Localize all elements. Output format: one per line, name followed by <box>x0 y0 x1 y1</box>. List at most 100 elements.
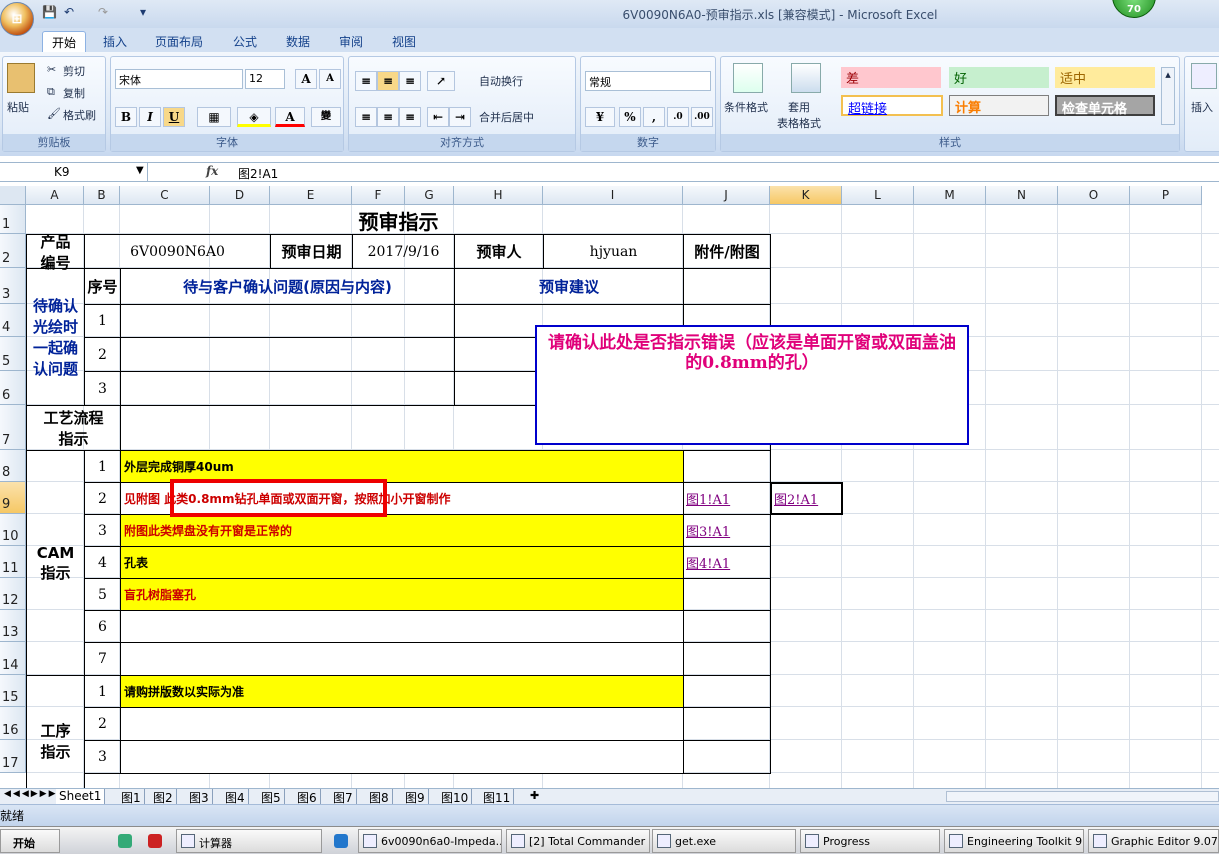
align-middle-icon[interactable]: ≡ <box>377 71 399 91</box>
taskbar-item[interactable]: Engineering Toolkit 9.... <box>944 829 1084 853</box>
cam-attachment-link[interactable] <box>683 450 771 483</box>
font-size-combo[interactable]: 12 <box>245 69 285 89</box>
shrink-font-icon[interactable]: A <box>319 69 341 89</box>
sheet-tab[interactable]: 图9 <box>402 789 429 805</box>
align-right-icon[interactable]: ≡ <box>399 107 421 127</box>
sheet-tab[interactable]: 图2 <box>150 789 177 805</box>
start-button[interactable]: 开始 <box>0 829 60 853</box>
row-header-13[interactable]: 13 <box>0 610 26 642</box>
underline-icon[interactable]: U <box>163 107 185 127</box>
proc-num-cell[interactable]: 1 <box>84 675 121 708</box>
cam-num-cell[interactable]: 5 <box>84 578 121 611</box>
column-header-e[interactable]: E <box>270 186 352 205</box>
merge-center-button[interactable]: 合并后居中 <box>479 109 534 125</box>
font-name-combo[interactable]: 宋体 <box>115 69 243 89</box>
align-top-icon[interactable]: ≡ <box>355 71 377 91</box>
paste-button[interactable]: 粘贴 <box>7 99 29 115</box>
phonetic-icon[interactable]: 變 <box>311 107 341 127</box>
suggest-label[interactable]: 预审建议 <box>454 268 684 305</box>
attachment-label[interactable]: 附件/附图 <box>683 234 771 269</box>
styles-scroll-icon[interactable]: ▴ <box>1161 67 1175 125</box>
style-neutral[interactable]: 适中 <box>1055 67 1155 88</box>
sheet-tab[interactable]: 图4 <box>222 789 249 805</box>
cam-num-cell[interactable]: 4 <box>84 546 121 579</box>
style-good[interactable]: 好 <box>949 67 1049 88</box>
font-color-icon[interactable]: A <box>275 107 305 127</box>
row-header-4[interactable]: 4 <box>0 304 26 337</box>
insert-cells-button[interactable]: 插入 <box>1191 99 1213 115</box>
row-header-7[interactable]: 7 <box>0 405 26 450</box>
sheet-tab[interactable]: 图1 <box>118 789 145 805</box>
cam-step-cell[interactable]: 附图此类焊盘没有开窗是正常的 <box>120 514 684 547</box>
comma-icon[interactable]: , <box>643 107 665 127</box>
sheet-tab[interactable]: Sheet1 <box>56 789 106 804</box>
sheet-nav-icons[interactable]: ◀◀◀▶▶▶ <box>4 789 58 799</box>
increase-decimal-icon[interactable]: .0 <box>667 107 689 127</box>
cam-num-cell[interactable]: 7 <box>84 642 121 676</box>
sheet-tab[interactable]: 图10 <box>438 789 473 805</box>
issues-label[interactable]: 待与客户确认问题(原因与内容) <box>120 268 455 305</box>
style-calculation[interactable]: 计算 <box>949 95 1049 116</box>
review-date-value[interactable]: 2017/9/16 <box>352 234 455 269</box>
active-cell-k9[interactable]: 图2!A1 <box>770 482 843 515</box>
style-bad[interactable]: 差 <box>841 67 941 88</box>
reviewer-value[interactable]: hjyuan <box>543 234 684 269</box>
name-box-dropdown-icon[interactable]: ▼ <box>136 165 144 176</box>
style-check-cell[interactable]: 检查单元格 <box>1055 95 1155 117</box>
cam-attachment-link[interactable] <box>683 642 771 676</box>
column-header-g[interactable]: G <box>405 186 454 205</box>
proc-step-cell[interactable] <box>120 707 684 741</box>
column-header-m[interactable]: M <box>914 186 986 205</box>
taskbar-item[interactable]: 6v0090n6a0-Impeda... <box>358 829 502 853</box>
taskbar-item[interactable]: get.exe <box>652 829 796 853</box>
taskbar-item[interactable]: Progress <box>800 829 940 853</box>
proc-step-cell[interactable] <box>120 740 684 774</box>
increase-indent-icon[interactable]: ⇥ <box>449 107 471 127</box>
sheet-title-cell[interactable]: 预审指示 <box>26 205 771 235</box>
seq-label[interactable]: 序号 <box>84 268 121 305</box>
column-header-b[interactable]: B <box>84 186 120 205</box>
sheet-tab[interactable]: 图3 <box>186 789 213 805</box>
sheet-tab[interactable]: 图11 <box>480 789 515 805</box>
tab-formulas[interactable]: 公式 <box>224 31 266 52</box>
column-header-o[interactable]: O <box>1058 186 1130 205</box>
sheet-tab[interactable]: 图8 <box>366 789 393 805</box>
align-center-icon[interactable]: ≡ <box>377 107 399 127</box>
proc-num-cell[interactable]: 2 <box>84 707 121 741</box>
italic-icon[interactable]: I <box>139 107 161 127</box>
number-format-combo[interactable]: 常规 <box>585 71 711 91</box>
percent-icon[interactable]: % <box>619 107 641 127</box>
copy-button[interactable]: 复制 <box>63 85 85 101</box>
pending-issues-label[interactable]: 待确认 光绘时 一起确 认问题 <box>26 268 85 406</box>
process-label[interactable]: 工艺流程 指示 <box>26 405 121 451</box>
row-header-3[interactable]: 3 <box>0 268 26 304</box>
orientation-icon[interactable]: ↗ <box>427 71 455 91</box>
office-button[interactable]: ⊞ <box>0 2 34 36</box>
comment-box[interactable]: 请确认此处是否指示错误（应该是单面开窗或双面盖油的0.8mm的孔） <box>535 325 969 445</box>
conditional-format-button[interactable]: 条件格式 <box>724 99 768 115</box>
customize-qat-icon[interactable]: ▾ <box>140 5 146 21</box>
issue-cell[interactable] <box>120 371 455 406</box>
tab-view[interactable]: 视图 <box>383 31 425 52</box>
fill-color-icon[interactable]: ◈ <box>237 107 271 127</box>
sheet-tab[interactable]: 图6 <box>294 789 321 805</box>
align-bottom-icon[interactable]: ≡ <box>399 71 421 91</box>
style-hyperlink[interactable]: 超链接 <box>841 95 943 117</box>
column-header-k[interactable]: K <box>770 186 842 205</box>
row-header-1[interactable]: 1 <box>0 205 26 234</box>
row-header-12[interactable]: 12 <box>0 578 26 610</box>
row-header-14[interactable]: 14 <box>0 642 26 675</box>
column-header-h[interactable]: H <box>454 186 543 205</box>
horizontal-scrollbar[interactable] <box>946 791 1219 802</box>
tab-insert[interactable]: 插入 <box>94 31 136 52</box>
tab-page-layout[interactable]: 页面布局 <box>146 31 212 52</box>
cam-step-cell[interactable]: 孔表 <box>120 546 684 579</box>
insert-cells-icon[interactable] <box>1191 63 1217 89</box>
tab-data[interactable]: 数据 <box>277 31 319 52</box>
tab-review[interactable]: 审阅 <box>330 31 372 52</box>
select-all-corner[interactable] <box>0 186 26 205</box>
format-painter-button[interactable]: 格式刷 <box>63 107 96 123</box>
product-no-value[interactable]: 6V0090N6A0 <box>84 234 271 269</box>
cam-attachment-link[interactable]: 图3!A1 <box>683 514 771 547</box>
save-icon[interactable]: 💾 <box>42 5 57 21</box>
